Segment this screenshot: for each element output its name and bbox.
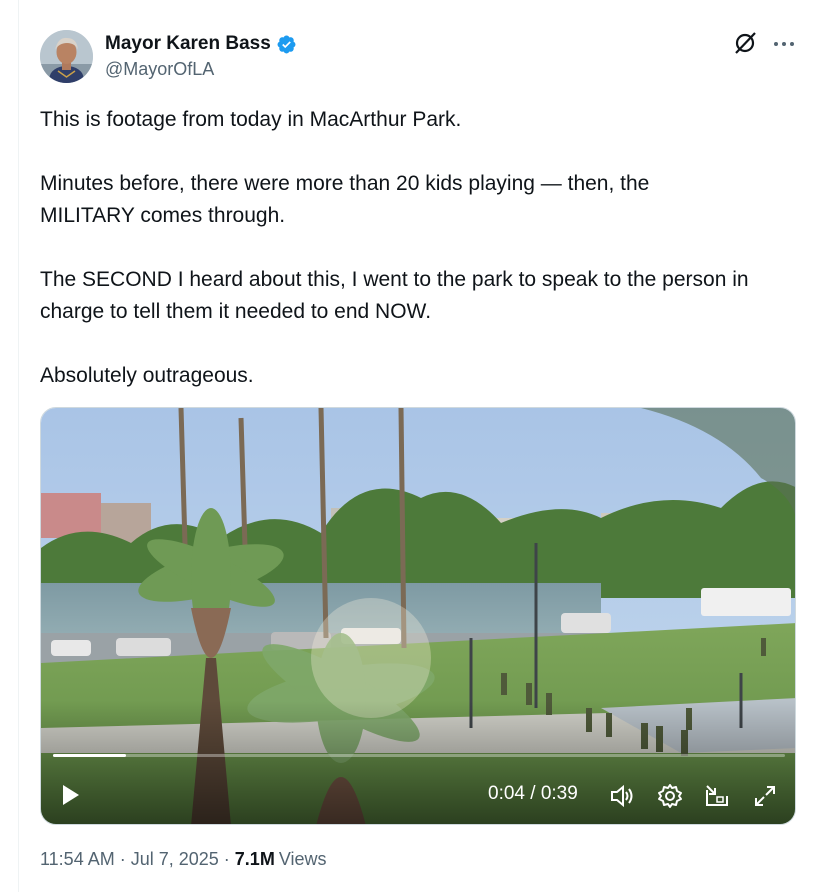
tweet-paragraph: This is footage from today in MacArthur … <box>40 108 462 131</box>
avatar-image <box>40 30 93 83</box>
views-count: 7.1M <box>234 849 275 869</box>
avatar[interactable] <box>40 30 93 83</box>
tweet-date[interactable]: Jul 7, 2025 <box>131 849 219 870</box>
meta-separator: · <box>223 849 230 869</box>
picture-in-picture-icon[interactable] <box>703 782 731 810</box>
author-name[interactable]: Mayor Karen Bass <box>105 33 271 55</box>
volume-icon[interactable] <box>607 782 635 810</box>
video-progress-fill <box>53 754 127 757</box>
tweet-text: This is footage from today in MacArthur … <box>40 104 800 424</box>
author-row: Mayor Karen Bass <box>105 33 297 55</box>
tweet-meta: 11:54 AM · Jul 7, 2025 · 7.1M Views <box>40 849 327 870</box>
views-label: Views <box>278 849 327 869</box>
play-icon[interactable] <box>57 782 83 808</box>
settings-icon[interactable] <box>656 782 684 810</box>
video-frame <box>41 408 795 824</box>
author-handle[interactable]: @MayorOfLA <box>105 59 214 80</box>
tweet-paragraph: Minutes before, there were more than 20 … <box>40 172 650 227</box>
video-progress-bar[interactable] <box>53 754 785 757</box>
verified-badge-icon[interactable] <box>276 34 297 55</box>
tweet-time[interactable]: 11:54 AM <box>40 849 115 870</box>
fullscreen-icon[interactable] <box>751 782 779 810</box>
tweet-paragraph: Absolutely outrageous. <box>40 364 254 387</box>
more-options-icon[interactable] <box>771 31 797 57</box>
grok-icon[interactable] <box>733 30 759 56</box>
video-time: 0:04 / 0:39 <box>488 783 578 804</box>
tweet-paragraph: The SECOND I heard about this, I went to… <box>40 268 749 323</box>
video-player[interactable]: 0:04 / 0:39 <box>40 407 796 825</box>
meta-separator: · <box>119 849 126 869</box>
